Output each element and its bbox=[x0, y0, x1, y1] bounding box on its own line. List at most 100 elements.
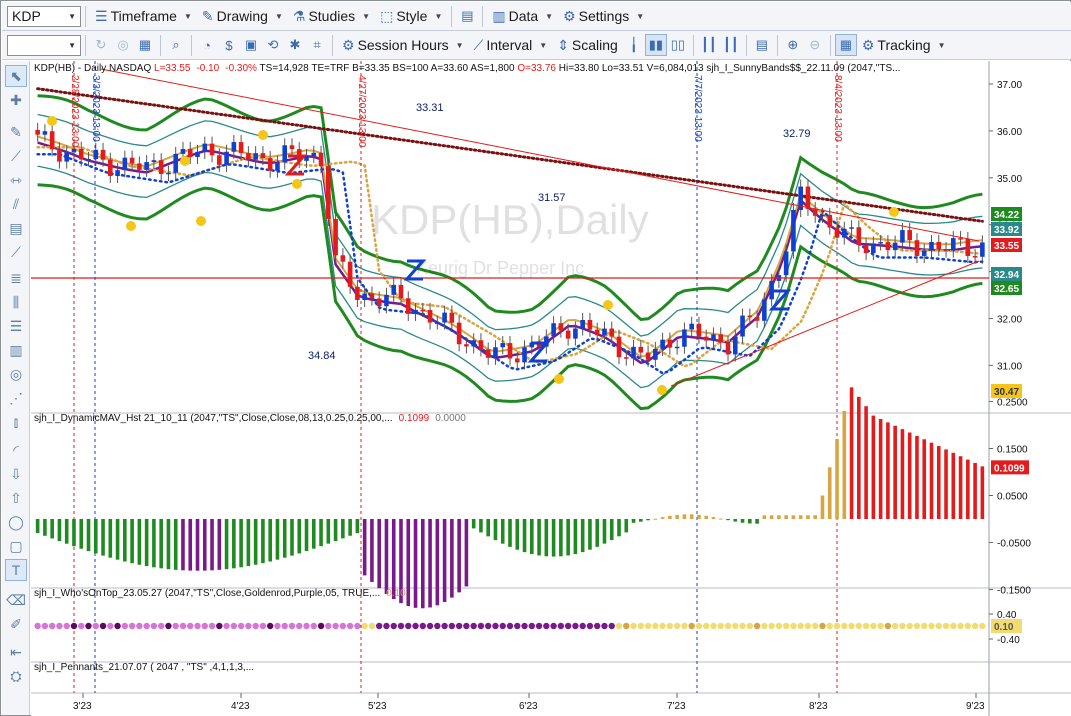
trend-dot[interactable] bbox=[274, 622, 281, 630]
candlestick-icon[interactable]: ▮▮ bbox=[644, 34, 667, 56]
histogram-bar[interactable] bbox=[559, 519, 563, 557]
retracement-icon[interactable]: ▥ bbox=[5, 339, 27, 361]
trend-dot[interactable] bbox=[528, 622, 536, 630]
histogram-bar[interactable] bbox=[944, 449, 948, 519]
settings-button[interactable]: ⚙ Settings ▼ bbox=[558, 4, 649, 28]
trend-dot[interactable] bbox=[208, 622, 216, 630]
histogram-bar[interactable] bbox=[813, 515, 818, 519]
trend-dot[interactable] bbox=[761, 622, 768, 630]
trend-dot[interactable] bbox=[281, 622, 288, 630]
histogram-bar[interactable] bbox=[355, 519, 360, 534]
wrench-icon[interactable]: ✎ bbox=[5, 121, 27, 143]
histogram-bar[interactable] bbox=[210, 519, 214, 571]
trend-dot[interactable] bbox=[136, 622, 143, 630]
trend-dot[interactable] bbox=[703, 622, 710, 630]
trend-dot[interactable] bbox=[724, 622, 732, 630]
histogram-bar[interactable] bbox=[827, 467, 832, 519]
histogram-bar[interactable] bbox=[304, 519, 309, 552]
trend-dot[interactable] bbox=[775, 622, 783, 630]
find-icon[interactable]: ⌕ bbox=[165, 34, 187, 56]
trend-dot[interactable] bbox=[870, 622, 877, 630]
trend-dot[interactable] bbox=[448, 622, 456, 630]
histogram-bar[interactable] bbox=[806, 515, 810, 519]
refresh-icon[interactable]: ↻ bbox=[90, 34, 112, 56]
histogram-bar[interactable] bbox=[653, 518, 658, 520]
whos-on-top-dots[interactable] bbox=[34, 622, 986, 630]
drawing-button[interactable]: ✎ Drawing ▼ bbox=[197, 4, 288, 28]
chevron-down-icon[interactable]: ▼ bbox=[68, 41, 76, 50]
histogram-bar[interactable] bbox=[159, 519, 163, 569]
trend-dot[interactable] bbox=[383, 622, 390, 630]
trend-dot[interactable] bbox=[957, 622, 964, 630]
histogram-bar[interactable] bbox=[166, 519, 171, 570]
trend-dot[interactable] bbox=[884, 622, 892, 630]
histogram-bar[interactable] bbox=[951, 452, 956, 519]
trend-dot[interactable] bbox=[455, 622, 463, 630]
trend-dot[interactable] bbox=[543, 622, 550, 630]
grid-icon[interactable]: ▦ bbox=[134, 34, 156, 56]
trend-dot[interactable] bbox=[710, 622, 717, 630]
trend-dot[interactable] bbox=[971, 622, 979, 630]
trend-dot[interactable] bbox=[266, 622, 274, 630]
trend-dot[interactable] bbox=[317, 622, 325, 630]
histogram-bar[interactable] bbox=[253, 519, 258, 565]
chart-area[interactable]: 32.842/28/2023 13:003/3/2023 13:004/27/2… bbox=[31, 61, 1071, 716]
histogram-bar[interactable] bbox=[748, 519, 752, 524]
histogram-bar[interactable] bbox=[871, 415, 876, 519]
trend-dot[interactable] bbox=[833, 622, 841, 630]
trend-dot[interactable] bbox=[470, 622, 477, 630]
histogram-bar[interactable] bbox=[617, 519, 621, 537]
trend-dot[interactable] bbox=[579, 622, 586, 630]
histogram-bar[interactable] bbox=[173, 519, 178, 570]
histogram-bar[interactable] bbox=[711, 517, 716, 519]
histogram-bar[interactable] bbox=[609, 519, 614, 541]
trend-dot[interactable] bbox=[245, 622, 252, 630]
bar-spacing-wide-icon[interactable]: ┃┃ bbox=[720, 34, 742, 56]
drawing-settings-icon[interactable]: ⛭ bbox=[5, 665, 27, 687]
histogram-bar[interactable] bbox=[631, 519, 636, 523]
rectangle-icon[interactable]: ▢ bbox=[5, 535, 27, 557]
histogram-bar[interactable] bbox=[980, 466, 985, 519]
channel-icon[interactable]: ⫽ bbox=[5, 193, 27, 215]
trend-dot[interactable] bbox=[848, 622, 855, 630]
trend-dot[interactable] bbox=[535, 622, 543, 630]
trend-dot[interactable] bbox=[586, 622, 594, 630]
histogram-bar[interactable] bbox=[457, 519, 461, 593]
text-icon[interactable]: T bbox=[5, 559, 27, 581]
histogram-bar[interactable] bbox=[624, 519, 629, 533]
trend-dot[interactable] bbox=[63, 622, 70, 630]
trend-dot[interactable] bbox=[899, 622, 906, 630]
trend-dot[interactable] bbox=[826, 622, 833, 630]
histogram-bar[interactable] bbox=[668, 515, 672, 519]
trend-dot[interactable] bbox=[216, 622, 223, 630]
histogram-bar[interactable] bbox=[130, 519, 134, 564]
histogram-bar[interactable] bbox=[697, 514, 701, 519]
histogram-bar[interactable] bbox=[297, 519, 302, 554]
histogram-bar[interactable] bbox=[442, 519, 447, 602]
histogram-bar[interactable] bbox=[261, 519, 265, 564]
histogram-bar[interactable] bbox=[551, 519, 556, 557]
trend-dot[interactable] bbox=[979, 622, 986, 630]
speed-lines-icon[interactable]: ◎ bbox=[5, 363, 27, 385]
alert-icon[interactable]: ✱ bbox=[284, 34, 306, 56]
histogram-bar[interactable] bbox=[588, 519, 592, 550]
trend-dot[interactable] bbox=[564, 622, 572, 630]
trend-dot[interactable] bbox=[150, 622, 158, 630]
trend-dot[interactable] bbox=[804, 622, 812, 630]
fibonacci-icon[interactable]: ≣ bbox=[5, 267, 27, 289]
trend-dot[interactable] bbox=[325, 622, 332, 630]
histogram-bar[interactable] bbox=[144, 519, 149, 567]
histogram-bar[interactable] bbox=[232, 519, 236, 569]
bar-spacing-icon[interactable]: ┃┃ bbox=[698, 34, 720, 56]
histogram-bar[interactable] bbox=[268, 519, 272, 562]
histogram-bar[interactable] bbox=[958, 456, 963, 519]
histogram-bar[interactable] bbox=[50, 519, 54, 539]
histogram-bar[interactable] bbox=[384, 519, 389, 594]
histogram-bar[interactable] bbox=[515, 519, 520, 550]
news-icon[interactable]: ▣ bbox=[240, 34, 262, 56]
histogram-bar[interactable] bbox=[43, 519, 47, 536]
trend-dot[interactable] bbox=[746, 622, 754, 630]
trend-dot[interactable] bbox=[187, 622, 194, 630]
trend-dot[interactable] bbox=[121, 622, 129, 630]
histogram-bar[interactable] bbox=[900, 429, 905, 519]
